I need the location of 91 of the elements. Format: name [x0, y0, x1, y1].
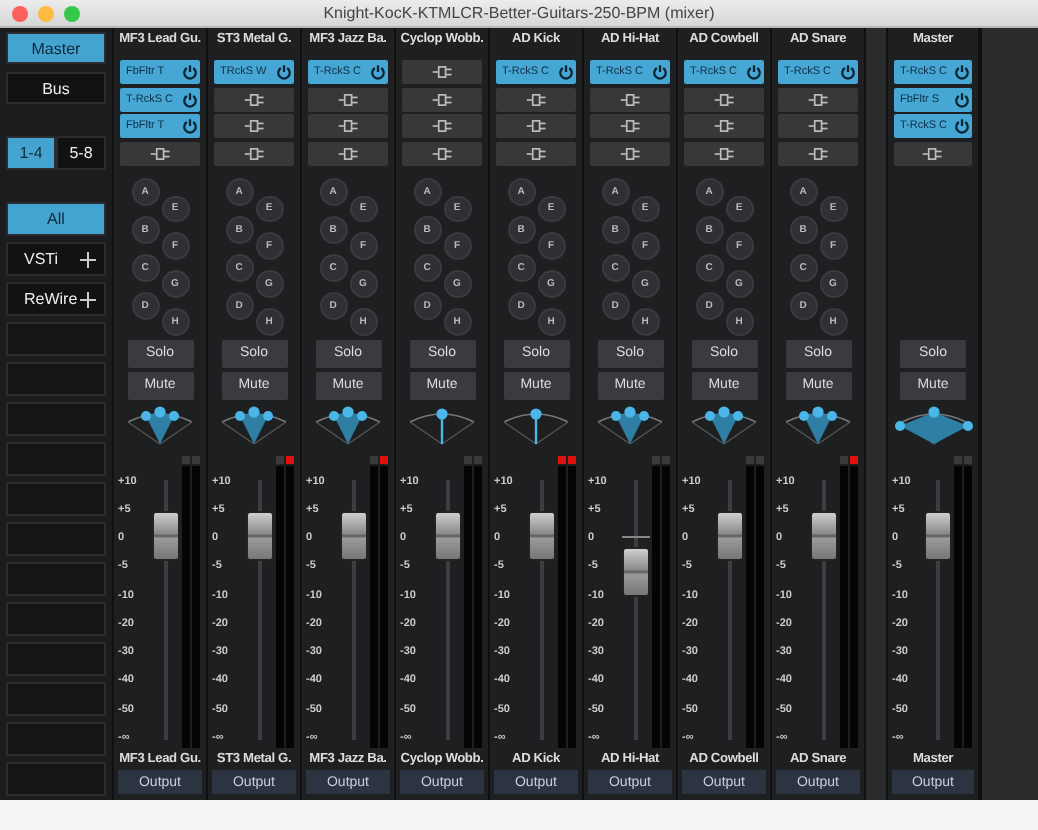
insert-slot[interactable] — [590, 114, 670, 138]
insert-slot[interactable] — [590, 141, 670, 165]
plug-icon — [619, 120, 641, 132]
power-icon[interactable] — [370, 64, 386, 80]
plug-icon — [807, 93, 829, 105]
view-tab[interactable]: Bus — [6, 72, 106, 104]
bank-tab[interactable]: 5-8 — [56, 136, 106, 170]
plug-icon — [243, 93, 265, 105]
power-icon[interactable] — [276, 64, 292, 80]
insert-slot[interactable] — [894, 141, 972, 165]
empty-slot — [6, 402, 106, 436]
plug-icon — [431, 93, 453, 105]
plug-icon — [149, 147, 171, 159]
add-icon[interactable] — [80, 291, 96, 307]
insert-slot[interactable] — [684, 114, 764, 138]
pan-knob-drawing[interactable] — [893, 403, 973, 447]
plug-icon — [713, 93, 735, 105]
fader-knob[interactable] — [621, 547, 649, 598]
empty-slot — [6, 482, 106, 516]
power-icon[interactable] — [558, 64, 574, 80]
plug-icon — [337, 93, 359, 105]
insert-slot[interactable] — [214, 87, 294, 111]
window-title: Knight-KocK-KTMLCR-Better-Guitars-250-BPM (mixer) — [323, 4, 715, 22]
power-icon[interactable] — [182, 118, 198, 134]
plug-icon — [525, 120, 547, 132]
fader-knob[interactable] — [339, 511, 367, 562]
insert-slot[interactable] — [684, 87, 764, 111]
power-icon[interactable] — [954, 64, 970, 80]
insert-slot[interactable] — [214, 114, 294, 138]
empty-slot — [6, 602, 106, 636]
insert-slot[interactable] — [308, 87, 388, 111]
insert-slot[interactable] — [684, 141, 764, 165]
power-icon[interactable] — [840, 64, 856, 80]
plug-icon — [243, 147, 265, 159]
insert-slot[interactable] — [308, 141, 388, 165]
plug-icon — [337, 147, 359, 159]
insert-slot[interactable] — [214, 141, 294, 165]
insert-slot[interactable] — [120, 141, 200, 165]
empty-slot — [6, 642, 106, 676]
plug-icon — [922, 147, 944, 159]
plug-icon — [619, 147, 641, 159]
insert-slot[interactable] — [402, 141, 482, 165]
insert-slot[interactable] — [778, 87, 858, 111]
plug-icon — [807, 147, 829, 159]
plug-icon — [713, 147, 735, 159]
insert-slot[interactable] — [402, 60, 482, 84]
plug-icon — [713, 120, 735, 132]
plug-icon — [431, 66, 453, 78]
power-icon[interactable] — [652, 64, 668, 80]
plug-icon — [807, 120, 829, 132]
fader-knob[interactable] — [245, 511, 273, 562]
power-icon[interactable] — [954, 118, 970, 134]
plug-icon — [337, 120, 359, 132]
insert-slot[interactable] — [778, 141, 858, 165]
filter-button[interactable]: VSTi — [6, 242, 106, 276]
fader-knob[interactable] — [809, 511, 837, 562]
filter-button[interactable]: ReWire — [6, 282, 106, 316]
power-icon[interactable] — [954, 91, 970, 107]
fader-knob[interactable] — [924, 511, 952, 562]
power-icon[interactable] — [746, 64, 762, 80]
plug-icon — [525, 147, 547, 159]
power-icon[interactable] — [182, 91, 198, 107]
plug-icon — [431, 120, 453, 132]
empty-slot — [6, 362, 106, 396]
plug-icon — [243, 120, 265, 132]
insert-slot[interactable] — [308, 114, 388, 138]
fader-knob[interactable] — [527, 511, 555, 562]
plug-icon — [619, 93, 641, 105]
plug-icon — [431, 147, 453, 159]
insert-slot[interactable] — [778, 114, 858, 138]
plug-icon — [525, 93, 547, 105]
empty-slot — [6, 322, 106, 356]
filter-button[interactable]: All — [6, 202, 106, 236]
insert-slot[interactable] — [402, 87, 482, 111]
fader-knob[interactable] — [433, 511, 461, 562]
bank-tab[interactable]: 1-4 — [6, 136, 56, 170]
fader-knob[interactable] — [715, 511, 743, 562]
empty-slot — [6, 562, 106, 596]
empty-slot — [6, 682, 106, 716]
fader-knob[interactable] — [151, 511, 179, 562]
power-icon[interactable] — [182, 64, 198, 80]
empty-slot — [6, 442, 106, 476]
empty-slot — [6, 722, 106, 756]
add-icon[interactable] — [80, 251, 96, 267]
empty-slot — [6, 522, 106, 556]
insert-slot[interactable] — [496, 114, 576, 138]
view-tab[interactable]: Master — [6, 32, 106, 64]
insert-slot[interactable] — [590, 87, 670, 111]
insert-slot[interactable] — [402, 114, 482, 138]
insert-slot[interactable] — [496, 87, 576, 111]
insert-slot[interactable] — [496, 141, 576, 165]
